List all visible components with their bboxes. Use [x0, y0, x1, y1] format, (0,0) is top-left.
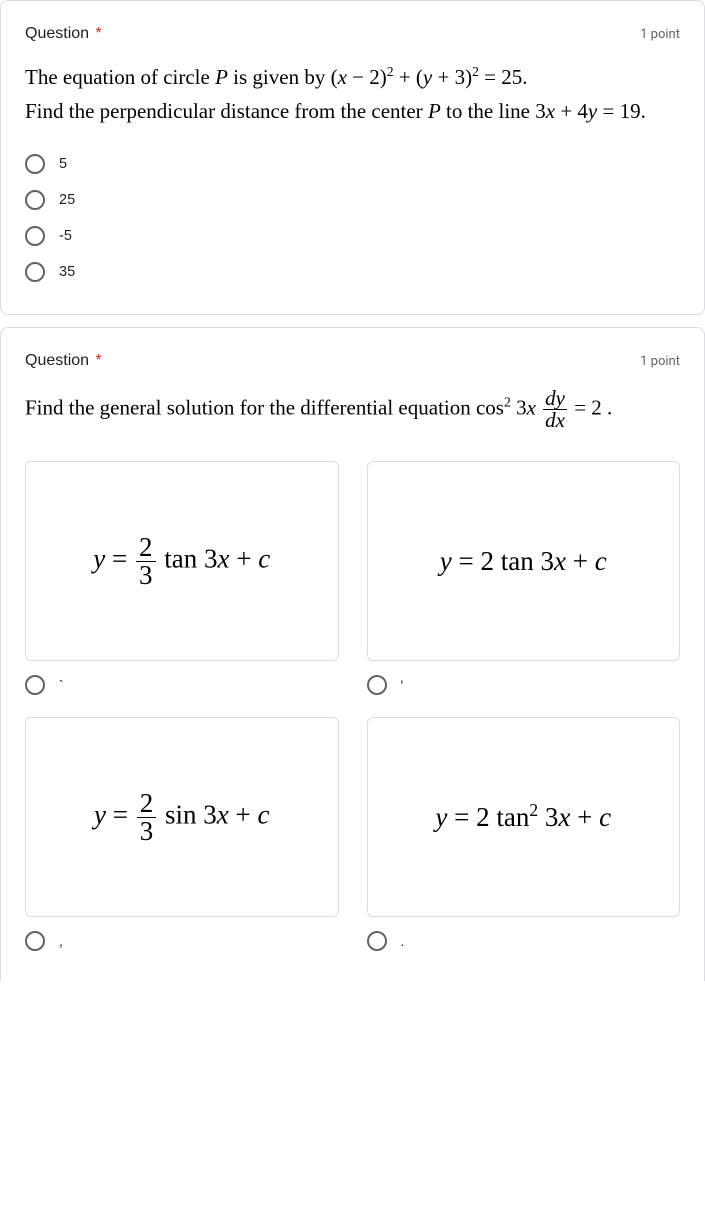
option-label: 5 [59, 156, 67, 172]
image-option-block: y = 2 tan2 3x + c . [367, 717, 681, 957]
question-card-2: Question * 1 point Find the general solu… [0, 327, 705, 981]
radio-icon[interactable] [25, 262, 45, 282]
question-title: Question * [25, 352, 102, 370]
option-label: ' [401, 677, 404, 693]
radio-icon[interactable] [25, 190, 45, 210]
option-row[interactable]: 5 [25, 146, 680, 182]
option-row[interactable]: , [25, 917, 339, 957]
equation: y = 2 tan 3x + c [440, 546, 607, 577]
question-points: 1 point [640, 354, 680, 369]
radio-icon[interactable] [25, 931, 45, 951]
option-label: 35 [59, 264, 75, 280]
question-body: The equation of circle P is given by (x … [25, 61, 680, 128]
question-points: 1 point [640, 27, 680, 42]
required-asterisk: * [96, 25, 102, 42]
question-body-prefix: Find the general solution for the differ… [25, 396, 504, 420]
option-row[interactable]: -5 [25, 218, 680, 254]
image-option-card[interactable]: y = 23 sin 3x + c [25, 717, 339, 917]
option-row[interactable]: . [367, 917, 681, 957]
question-header: Question * 1 point [25, 352, 680, 370]
option-row[interactable]: 25 [25, 182, 680, 218]
question-title: Question * [25, 25, 102, 43]
equation: y = 2 tan2 3x + c [435, 802, 611, 833]
radio-icon[interactable] [367, 931, 387, 951]
option-label: -5 [59, 228, 72, 244]
image-option-card[interactable]: y = 23 tan 3x + c [25, 461, 339, 661]
question-body: Find the general solution for the differ… [25, 388, 680, 431]
option-label: 25 [59, 192, 75, 208]
image-option-card[interactable]: y = 2 tan2 3x + c [367, 717, 681, 917]
question-title-text: Question [25, 25, 89, 42]
image-option-block: y = 2 tan 3x + c ' [367, 461, 681, 701]
option-row[interactable]: ' [367, 661, 681, 701]
option-row[interactable]: ` [25, 661, 339, 701]
question-header: Question * 1 point [25, 25, 680, 43]
equation: y = 23 sin 3x + c [94, 790, 269, 845]
option-label: , [59, 933, 63, 949]
radio-icon[interactable] [25, 675, 45, 695]
question-title-text: Question [25, 352, 89, 369]
image-option-card[interactable]: y = 2 tan 3x + c [367, 461, 681, 661]
option-row[interactable]: 35 [25, 254, 680, 290]
radio-icon[interactable] [367, 675, 387, 695]
required-asterisk: * [96, 352, 102, 369]
question-body-suffix: = 2 . [569, 396, 612, 420]
equation: y = 23 tan 3x + c [93, 534, 270, 589]
option-label: . [401, 933, 405, 949]
option-label: ` [59, 677, 64, 693]
image-option-block: y = 23 sin 3x + c , [25, 717, 339, 957]
radio-icon[interactable] [25, 154, 45, 174]
radio-icon[interactable] [25, 226, 45, 246]
image-option-block: y = 23 tan 3x + c ` [25, 461, 339, 701]
image-options-grid: y = 23 tan 3x + c ` y = 2 tan 3x + c ' y… [25, 461, 680, 957]
question-card-1: Question * 1 point The equation of circl… [0, 0, 705, 315]
